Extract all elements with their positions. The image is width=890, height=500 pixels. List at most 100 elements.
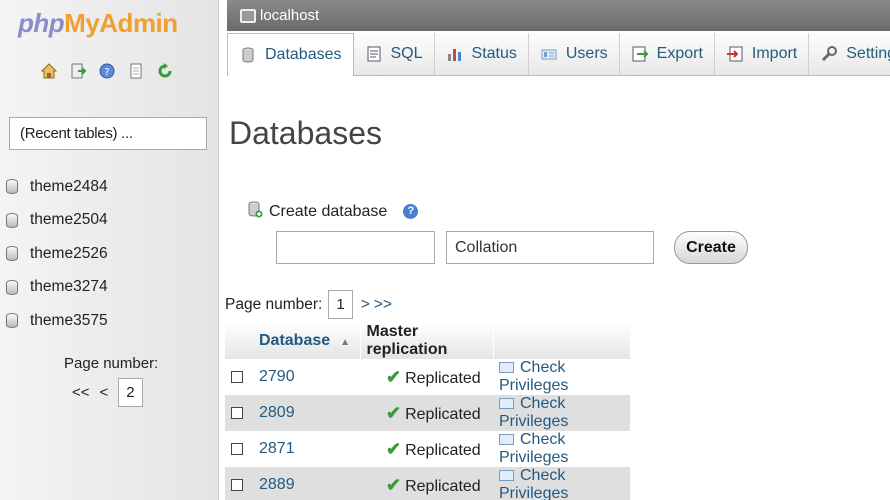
database-icon — [6, 212, 18, 228]
phpmyadmin-logo[interactable]: phpMyAdmin — [18, 8, 178, 39]
database-icon — [6, 179, 18, 195]
sort-asc-icon: ▲ — [340, 337, 351, 348]
export-icon — [631, 45, 649, 63]
privileges-column-header — [493, 323, 631, 359]
create-button[interactable]: Create — [674, 231, 748, 264]
replication-status: Replicated — [405, 369, 481, 387]
table-row: 2790 ✔ Replicated Check Privileges — [225, 359, 630, 395]
pager: Page number: 1 > >> — [225, 290, 392, 319]
nav-db-item[interactable]: theme2526 — [6, 237, 108, 271]
next-page-link[interactable]: > — [361, 296, 370, 314]
tab-settings[interactable]: Settings — [809, 33, 890, 75]
database-icon — [6, 279, 18, 295]
nav-db-item[interactable]: theme3274 — [6, 271, 108, 305]
nav-db-name[interactable]: theme2526 — [30, 245, 108, 263]
tab-label: SQL — [390, 45, 423, 62]
home-icon[interactable] — [40, 62, 58, 80]
tab-label: Status — [471, 45, 517, 62]
table-row: 2809 ✔ Replicated Check Privileges — [225, 395, 630, 431]
create-database-icon — [247, 200, 263, 223]
databases-table: Database ▲ Master replication 2790 ✔ Repli… — [225, 323, 631, 500]
database-name-input[interactable] — [276, 231, 435, 264]
nav-db-item[interactable]: theme2484 — [6, 170, 108, 204]
tab-label: Export — [656, 45, 703, 62]
nav-db-name[interactable]: theme2484 — [30, 178, 108, 196]
logo-my: My — [64, 8, 100, 38]
check-privileges-link[interactable]: Check Privileges — [493, 467, 630, 500]
page-select[interactable]: 1 — [328, 290, 353, 319]
privileges-icon — [499, 398, 514, 410]
database-tree: theme2484 theme2504 theme2526 theme3274 … — [6, 170, 108, 338]
row-checkbox[interactable] — [231, 478, 243, 491]
replication-status: Replicated — [405, 441, 481, 459]
sql-icon — [365, 45, 383, 63]
nav-first-page-link[interactable]: << — [72, 384, 90, 401]
help-icon[interactable]: ? — [403, 204, 419, 219]
tab-label: Settings — [846, 45, 890, 62]
database-icon — [6, 246, 18, 262]
check-privileges-link[interactable]: Check Privileges — [493, 395, 630, 431]
page-title: Databases — [229, 115, 382, 151]
check-icon: ✔ — [386, 474, 402, 495]
privileges-icon — [499, 362, 514, 374]
nav-db-name[interactable]: theme3274 — [30, 278, 108, 296]
top-menu-tabs: Databases SQL Status Users Export Import… — [227, 33, 890, 76]
table-header-row: Database ▲ Master replication — [225, 323, 631, 359]
create-database-label: Create database — [269, 202, 388, 220]
server-icon — [240, 8, 256, 23]
settings-icon — [820, 45, 838, 63]
reload-icon[interactable] — [156, 62, 174, 80]
tab-status[interactable]: Status — [435, 33, 529, 75]
database-link[interactable]: 2809 — [259, 404, 295, 421]
row-checkbox[interactable] — [231, 406, 243, 419]
nav-db-name[interactable]: theme3575 — [30, 312, 108, 330]
nav-db-item[interactable]: theme3575 — [6, 304, 108, 338]
import-icon — [726, 45, 744, 63]
tab-databases[interactable]: Databases — [227, 33, 354, 76]
exit-icon[interactable] — [69, 62, 87, 80]
docs-icon[interactable] — [127, 62, 145, 80]
tab-users[interactable]: Users — [529, 33, 620, 75]
privileges-icon — [499, 470, 514, 482]
check-icon: ✔ — [386, 438, 402, 459]
logo-admin: Admin — [99, 8, 178, 38]
database-link[interactable]: 2790 — [259, 368, 295, 385]
check-icon: ✔ — [386, 402, 402, 423]
navigation-panel: phpMyAdmin ? (Recent tables) ... theme24… — [0, 0, 219, 500]
tab-import[interactable]: Import — [715, 33, 810, 75]
replication-status: Replicated — [405, 477, 481, 495]
replication-status: Replicated — [405, 405, 481, 423]
nav-prev-page-link[interactable]: < — [100, 384, 109, 401]
last-page-link[interactable]: >> — [374, 296, 392, 314]
tab-label: Databases — [265, 46, 342, 63]
nav-db-name[interactable]: theme2504 — [30, 211, 108, 229]
server-name-link[interactable]: localhost — [260, 7, 319, 24]
row-checkbox[interactable] — [231, 370, 243, 383]
recent-tables-select[interactable]: (Recent tables) ... — [9, 117, 207, 150]
nav-icon-bar: ? — [40, 62, 174, 80]
databases-icon — [239, 46, 257, 64]
tab-label: Import — [751, 45, 798, 62]
pager-label: Page number: — [225, 295, 323, 313]
database-link[interactable]: 2889 — [259, 476, 295, 493]
collation-select[interactable]: Collation — [446, 231, 654, 264]
logo-php: php — [18, 8, 65, 38]
table-row: 2871 ✔ Replicated Check Privileges — [225, 431, 630, 467]
row-checkbox[interactable] — [231, 442, 243, 455]
tab-sql[interactable]: SQL — [354, 33, 435, 75]
nav-page-select[interactable]: 2 — [118, 378, 143, 407]
help-icon[interactable]: ? — [98, 62, 116, 80]
create-database-heading: Create database ? — [247, 200, 419, 223]
nav-page-label: Page number: — [64, 355, 159, 372]
database-column-header[interactable]: Database ▲ — [225, 323, 361, 359]
table-row: 2889 ✔ Replicated Check Privileges — [225, 467, 630, 500]
replication-column-header: Master replication — [360, 323, 494, 359]
server-breadcrumb: localhost — [227, 0, 890, 31]
check-privileges-link[interactable]: Check Privileges — [493, 431, 630, 467]
users-icon — [540, 45, 558, 63]
database-link[interactable]: 2871 — [259, 440, 295, 457]
check-privileges-link[interactable]: Check Privileges — [493, 359, 630, 395]
tab-export[interactable]: Export — [620, 33, 715, 75]
status-icon — [446, 45, 464, 63]
nav-db-item[interactable]: theme2504 — [6, 204, 108, 238]
